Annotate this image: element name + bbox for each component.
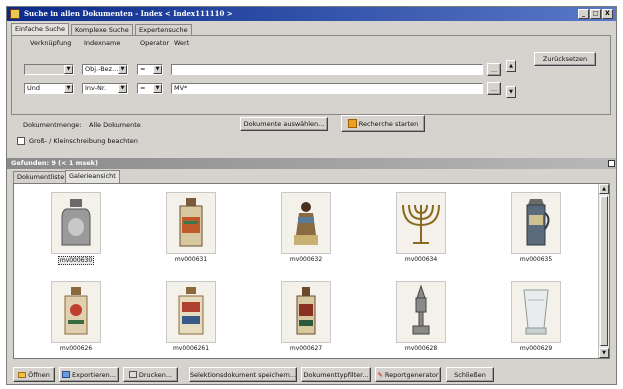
painted-flask-icon[interactable] [166,281,216,343]
painted-bottle-icon[interactable] [51,281,101,343]
printer-icon [128,371,137,378]
export-button[interactable]: Exportieren... [59,367,119,382]
window-title: Suche in allen Dokumenten - Index < Inde… [24,9,233,18]
results-count: Gefunden: 9 (< 1 msek) [11,159,98,167]
header-link: Verknüpfung [30,39,72,47]
gallery-item-caption: mv000631 [174,256,208,263]
menorah-icon[interactable] [396,192,446,254]
case-sensitive-label: Groß- / Kleinschreibung beachten [29,137,138,145]
scroll-up-icon[interactable]: ▲ [599,184,609,194]
results-header: Gefunden: 9 (< 1 msek) [7,158,616,169]
start-search-label: Recherche starten [358,119,419,128]
chevron-down-icon[interactable]: ▼ [64,65,73,74]
gallery-item-caption: mv0006261 [172,345,210,352]
bottom-toolbar: Öffnen Exportieren... Drucken... Selekti… [7,362,616,384]
row-up-button-1[interactable]: ▲ [506,60,516,72]
glass-beaker-icon[interactable] [511,281,561,343]
gallery-item[interactable]: mv000635 [496,192,576,263]
select-documents-button[interactable]: Dokumente auswählen... [240,117,328,131]
header-value: Wert [174,39,190,47]
row-down-button-2[interactable]: ▼ [506,86,516,98]
doc-set-value: Alle Dokumente [89,121,141,129]
open-label: Öffnen [28,370,50,379]
index-select-row1[interactable]: Obj.-Bez... ▼ [82,64,128,75]
spice-tower-icon[interactable] [396,281,446,343]
doc-set-label: Dokumentmenge: [23,121,82,129]
gallery-item-caption: mv000635 [519,256,553,263]
gallery-item-caption: mv000626 [59,345,93,352]
gallery-item[interactable]: mv000634 [381,192,461,263]
title-bar: Suche in allen Dokumenten - Index < Inde… [7,7,616,21]
header-operator: Operator [140,39,170,47]
gallery-item[interactable]: mv000632 [266,192,346,263]
chevron-down-icon[interactable]: ▼ [153,65,162,74]
scroll-down-icon[interactable]: ▼ [599,348,609,358]
report-icon: ✎ [377,370,383,379]
gallery-item[interactable]: mv000626 [36,281,116,352]
tab-gallery-view[interactable]: Galerieansicht [65,170,120,183]
gallery-item[interactable]: mv000628 [381,281,461,352]
chevron-down-icon[interactable]: ▼ [64,84,73,93]
gallery-item[interactable]: mv0006261 [151,281,231,352]
print-button[interactable]: Drucken... [123,367,178,382]
jar-icon[interactable] [166,192,216,254]
link-select-row2[interactable]: Und ▼ [24,83,74,94]
app-icon [10,9,20,19]
report-label: Reportgenerator [384,370,439,379]
search-icon [347,119,357,128]
gallery-item-caption: mv000630 [57,256,95,265]
link-select-row1[interactable]: ▼ [24,64,74,75]
stein-icon[interactable] [511,192,561,254]
browse-button-row2[interactable]: ... [487,82,501,95]
save-selection-button[interactable]: Selektionsdokument speichern... [189,367,297,382]
index-select-row2[interactable]: Inv-Nr. ▼ [82,83,128,94]
search-criteria-panel: Verknüpfung Indexname Operator Wert ▼ Ob… [11,35,611,115]
search-window: Suche in allen Dokumenten - Index < Inde… [6,6,617,385]
gallery-item-caption: mv000629 [519,345,553,352]
operator-select-row2[interactable]: = ▼ [137,83,163,94]
export-icon [62,371,71,378]
folder-icon [18,371,27,378]
report-generator-button[interactable]: ✎ Reportgenerator [375,367,441,382]
chevron-down-icon[interactable]: ▼ [118,65,127,74]
value-input-row2[interactable]: MV* [171,83,483,94]
figurine-icon[interactable] [281,192,331,254]
bottle-icon[interactable] [51,192,101,254]
gallery-item[interactable]: mv000629 [496,281,576,352]
gallery-item[interactable]: mv000627 [266,281,346,352]
doctype-filter-button[interactable]: Dokumenttypfilter... [301,367,371,382]
scroll-thumb[interactable] [600,196,608,346]
close-window-button[interactable]: X [602,9,613,19]
gallery-view: mv000630 mv000631 mv000632 mv000634 mv000635… [13,183,610,359]
maximize-button[interactable]: □ [590,9,601,19]
header-index: Indexname [84,39,121,47]
gallery-item-caption: mv000634 [404,256,438,263]
gallery-item[interactable]: mv000630 [36,192,116,265]
case-sensitive-checkbox[interactable] [17,137,25,145]
gallery-item[interactable]: mv000631 [151,192,231,263]
chevron-down-icon[interactable]: ▼ [118,84,127,93]
gallery-item-caption: mv000628 [404,345,438,352]
minimize-button[interactable]: _ [578,9,589,19]
value-input-row1[interactable] [171,64,483,75]
gallery-item-caption: mv000627 [289,345,323,352]
close-button[interactable]: Schließen [446,367,494,382]
vertical-scrollbar[interactable]: ▲ ▼ [598,184,609,358]
start-search-button[interactable]: Recherche starten [341,115,425,132]
print-label: Drucken... [138,370,173,379]
tab-document-list[interactable]: Dokumentliste [13,171,69,183]
operator-select-row1[interactable]: = ▼ [137,64,163,75]
gallery-item-caption: mv000632 [289,256,323,263]
chevron-down-icon[interactable]: ▼ [153,84,162,93]
open-button[interactable]: Öffnen [13,367,55,382]
painted-vase-icon[interactable] [281,281,331,343]
maximize-panel-icon[interactable] [608,160,615,167]
browse-button-row1[interactable]: ... [487,63,501,76]
export-label: Exportieren... [72,370,116,379]
reset-button[interactable]: Zurücksetzen [534,52,596,66]
